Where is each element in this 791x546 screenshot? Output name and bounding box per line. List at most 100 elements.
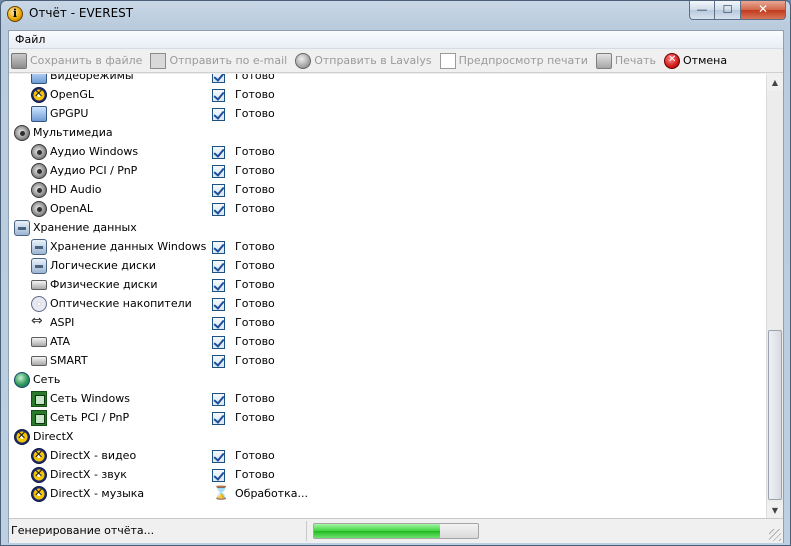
monitor-icon [31, 74, 47, 84]
network-card-icon [31, 391, 47, 407]
category-row: Сеть [9, 371, 764, 390]
scroll-down-arrow[interactable]: ▼ [767, 502, 783, 518]
item-label: Логические диски [50, 259, 156, 272]
done-checkbox-icon [212, 279, 225, 292]
menu-bar: Файл [9, 31, 783, 49]
item-label: SMART [50, 354, 88, 367]
directx-icon [31, 486, 47, 502]
info-icon: i [7, 6, 23, 22]
item-label: Видеорежимы [50, 74, 134, 82]
resize-grip[interactable] [769, 529, 781, 541]
list-item: DirectX - музыка ⌛ Обработка... [9, 485, 764, 504]
send-email-button[interactable]: Отправить по e-mail [150, 52, 287, 69]
directx-icon [31, 87, 47, 103]
window-title: Отчёт - EVEREST [29, 6, 134, 20]
done-checkbox-icon [212, 393, 225, 406]
report-progress-bar [313, 523, 479, 539]
monitor-icon [31, 106, 47, 122]
category-label: Мультимедиа [33, 126, 113, 139]
list-item: SMART Готово [9, 352, 764, 371]
done-checkbox-icon [212, 298, 225, 311]
status-bar: Генерирование отчёта... [9, 519, 783, 543]
title-bar[interactable]: i Отчёт - EVEREST — ☐ ✕ [1, 1, 790, 27]
item-label: Сеть Windows [50, 392, 130, 405]
item-label: Хранение данных Windows [50, 240, 207, 253]
list-item: Логические диски Готово [9, 257, 764, 276]
item-status: Готово [235, 240, 275, 253]
globe-icon [295, 52, 312, 69]
done-checkbox-icon [212, 355, 225, 368]
item-label: GPGPU [50, 107, 89, 120]
report-window: i Отчёт - EVEREST — ☐ ✕ Файл Сохранить в… [0, 0, 791, 546]
speaker-icon [31, 201, 47, 217]
menu-file[interactable]: Файл [9, 31, 51, 48]
cancel-button[interactable]: Отмена [664, 52, 727, 69]
item-status: Готово [235, 183, 275, 196]
item-label: ASPI [50, 316, 75, 329]
storage-icon [14, 220, 30, 236]
report-items-list: Видеорежимы Готово OpenGL Готово GPGPU Готово… [9, 74, 783, 519]
item-label: DirectX - звук [50, 468, 127, 481]
item-label: OpenAL [50, 202, 94, 215]
print-preview-label: Предпросмотр печати [458, 54, 588, 67]
item-label: DirectX - музыка [50, 487, 145, 500]
disk-drive-icon [31, 280, 47, 290]
storage-icon [31, 239, 47, 255]
item-status: Готово [235, 259, 275, 272]
floppy-icon [11, 52, 27, 69]
send-lavalys-button[interactable]: Отправить в Lavalys [295, 52, 432, 69]
done-checkbox-icon [212, 450, 225, 463]
done-checkbox-icon [212, 184, 225, 197]
optical-disc-icon [31, 296, 47, 312]
list-item: DirectX - звук Готово [9, 466, 764, 485]
category-label: DirectX [33, 430, 74, 443]
report-rows: Видеорежимы Готово OpenGL Готово GPGPU Готово… [9, 74, 764, 504]
close-button[interactable]: ✕ [741, 1, 786, 20]
item-status: Готово [235, 411, 275, 424]
directx-icon [14, 429, 30, 445]
item-status: Готово [235, 468, 275, 481]
done-checkbox-icon [212, 89, 225, 102]
list-item: Сеть Windows Готово [9, 390, 764, 409]
print-button[interactable]: Печать [595, 52, 656, 69]
list-item: Физические диски Готово [9, 276, 764, 295]
cancel-icon [664, 52, 681, 69]
printer-icon [595, 52, 612, 69]
list-item: ASPI Готово [9, 313, 764, 333]
disk-drive-icon [31, 337, 47, 347]
progress-fill [314, 524, 441, 538]
item-status: Готово [235, 316, 275, 329]
print-preview-button[interactable]: Предпросмотр печати [439, 52, 588, 69]
list-item: HD Audio Готово [9, 181, 764, 200]
status-text: Генерирование отчёта... [11, 524, 155, 537]
list-item: Оптические накопители Готово [9, 295, 764, 314]
item-status: Готово [235, 74, 275, 82]
page-icon [439, 52, 456, 69]
item-label: Сеть PCI / PnP [50, 411, 130, 424]
caption-buttons: — ☐ ✕ [689, 1, 786, 20]
done-checkbox-icon [212, 260, 225, 273]
toolbar: Сохранить в файле Отправить по e-mail От… [9, 49, 783, 73]
minimize-button[interactable]: — [689, 1, 715, 20]
maximize-button[interactable]: ☐ [715, 1, 741, 20]
vertical-scrollbar[interactable]: ▲ ▼ [766, 74, 783, 518]
item-label: Аудио Windows [50, 145, 139, 158]
speaker-icon [14, 125, 30, 141]
disk-drive-icon [31, 356, 47, 366]
item-status: Готово [235, 88, 275, 101]
item-status: Готово [235, 297, 275, 310]
list-item: Хранение данных Windows Готово [9, 238, 764, 257]
list-item: ATA Готово [9, 333, 764, 352]
list-item: DirectX - видео Готово [9, 447, 764, 466]
list-item: GPGPU Готово [9, 105, 764, 124]
item-status: Обработка... [235, 487, 308, 500]
directx-icon [31, 448, 47, 464]
scroll-up-arrow[interactable]: ▲ [767, 74, 783, 91]
list-item: Сеть PCI / PnP Готово [9, 409, 764, 428]
save-to-file-button[interactable]: Сохранить в файле [11, 52, 142, 69]
status-separator [306, 521, 307, 541]
list-item: Видеорежимы Готово [9, 74, 764, 86]
scrollbar-thumb[interactable] [768, 330, 782, 500]
item-label: Аудио PCI / PnP [50, 164, 138, 177]
client-area: Файл Сохранить в файле Отправить по e-ma… [8, 30, 784, 543]
